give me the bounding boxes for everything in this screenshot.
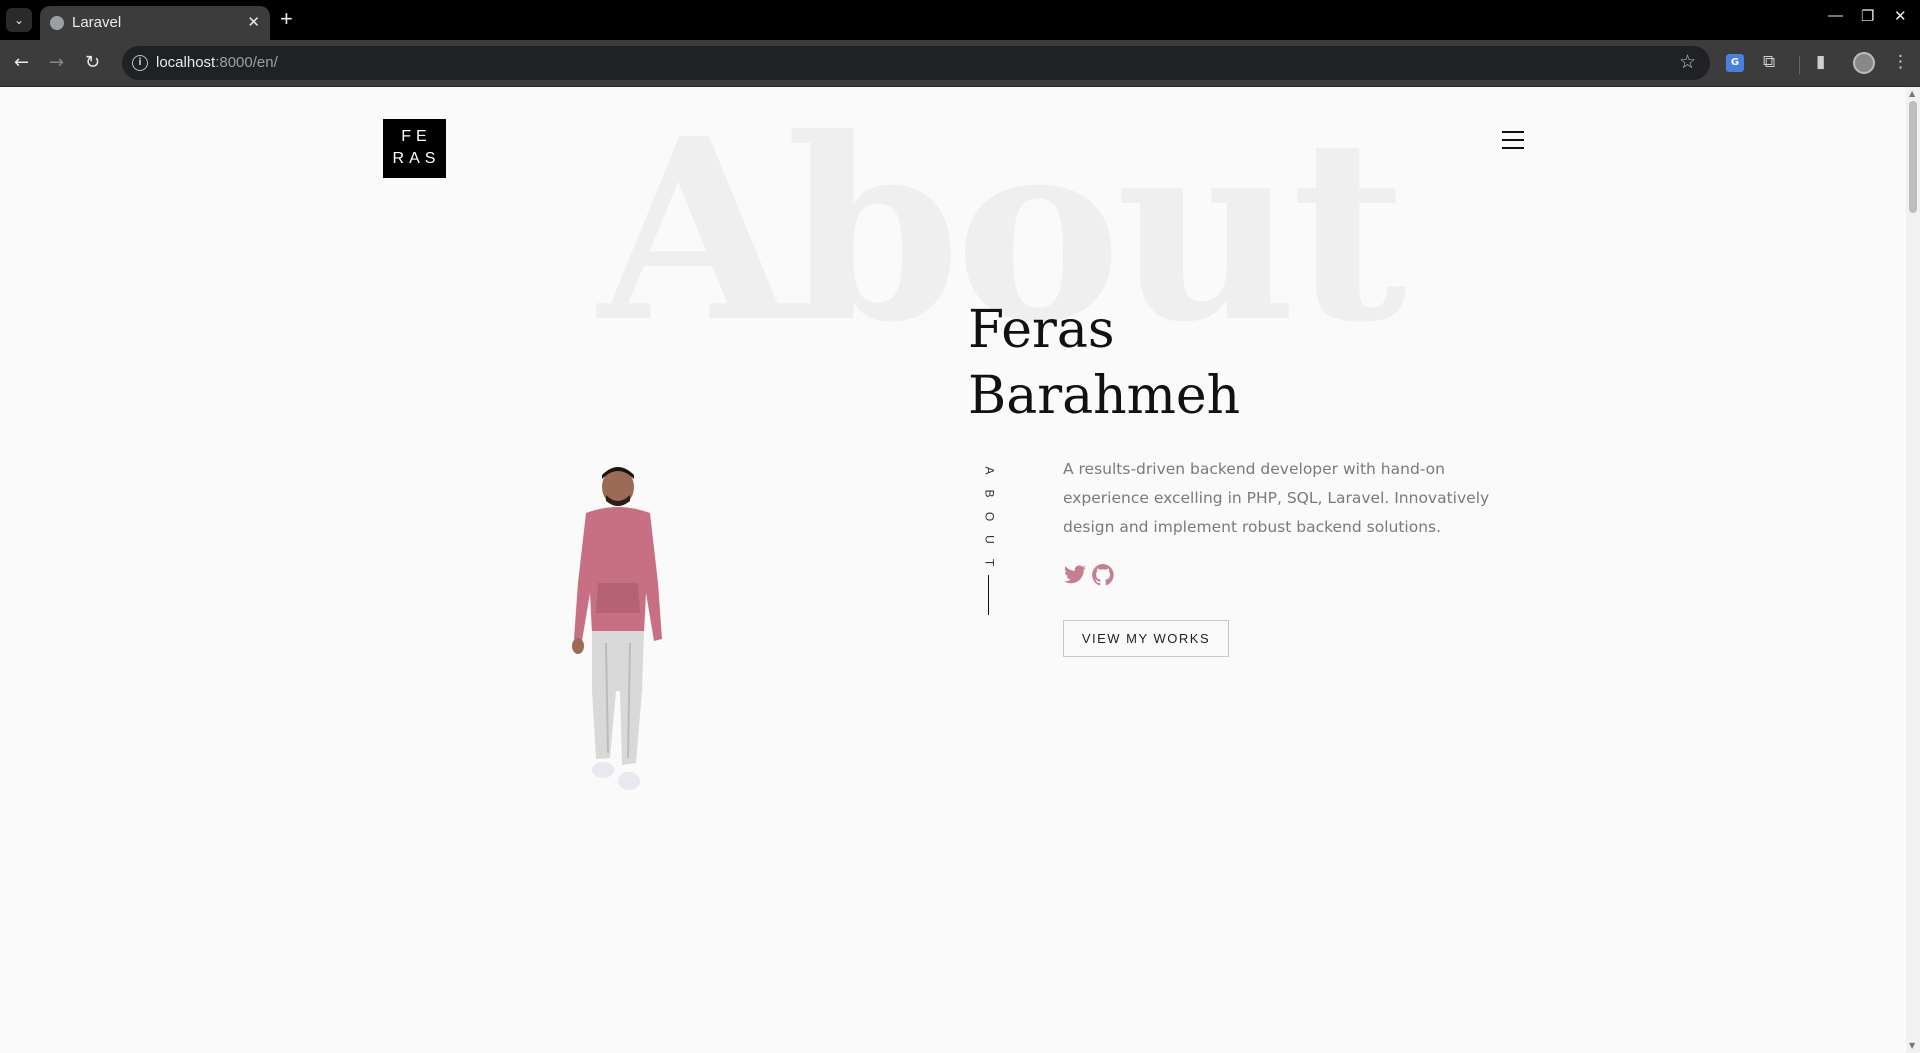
logo-line1: FE — [401, 128, 432, 145]
toolbar-divider — [1799, 56, 1800, 74]
label-letter: A — [982, 466, 997, 475]
hero-name: Feras Barahmeh — [968, 297, 1240, 429]
more-menu-icon[interactable]: ⋮ — [1892, 52, 1909, 72]
url-text[interactable]: localhost:8000/en/ — [156, 54, 278, 71]
label-letter: B — [982, 489, 997, 498]
address-bar[interactable]: i localhost:8000/en/ ☆ — [122, 46, 1710, 80]
page-scrollbar[interactable]: ▲ ▼ — [1906, 87, 1920, 1053]
browser-tab-bar: ⌄ Laravel ✕ + — ❐ ✕ — [0, 0, 1920, 40]
bookmark-star-icon[interactable]: ☆ — [1679, 51, 1696, 73]
profile-avatar[interactable] — [1853, 52, 1875, 74]
social-links — [1063, 563, 1115, 587]
scroll-up-arrow-icon[interactable]: ▲ — [1909, 89, 1915, 98]
globe-icon — [50, 16, 64, 30]
minimize-icon[interactable]: — — [1828, 7, 1843, 24]
label-letter: T — [982, 558, 997, 567]
bio-description: A results-driven backend developer with … — [1063, 460, 1490, 536]
url-host: localhost — [156, 54, 216, 71]
close-window-icon[interactable]: ✕ — [1894, 7, 1907, 25]
close-tab-icon[interactable]: ✕ — [247, 13, 260, 31]
back-arrow-icon[interactable]: ← — [14, 52, 29, 73]
profile-photo — [572, 467, 662, 790]
scrollbar-thumb[interactable] — [1909, 101, 1917, 213]
twitter-icon[interactable] — [1063, 563, 1087, 587]
tab-title: Laravel — [72, 14, 122, 31]
extensions-puzzle-icon[interactable]: ⧉ — [1763, 52, 1775, 72]
side-panel-icon[interactable]: ▮ — [1816, 52, 1825, 72]
section-label-about: A B O U T — [982, 459, 997, 574]
github-icon[interactable] — [1091, 563, 1115, 587]
translate-extension-icon[interactable]: G — [1726, 54, 1744, 72]
site-info-icon[interactable]: i — [132, 55, 148, 71]
name-last: Barahmeh — [968, 366, 1241, 426]
hamburger-menu-icon[interactable] — [1502, 131, 1524, 149]
restore-icon[interactable]: ❐ — [1861, 7, 1874, 25]
url-path: :8000/en/ — [215, 54, 278, 71]
label-letter: U — [982, 535, 997, 544]
forward-arrow-icon[interactable]: → — [49, 52, 64, 73]
view-my-works-button[interactable]: VIEW MY WORKS — [1063, 620, 1229, 657]
new-tab-button[interactable]: + — [280, 6, 293, 32]
browser-toolbar: ← → ↻ i localhost:8000/en/ ☆ G ⧉ ▮ ⋮ — [0, 40, 1920, 87]
browser-tab[interactable]: Laravel ✕ — [40, 6, 270, 40]
name-first: Feras — [968, 300, 1115, 360]
scroll-down-arrow-icon[interactable]: ▼ — [1909, 1041, 1915, 1050]
reload-icon[interactable]: ↻ — [85, 52, 100, 73]
tab-search-button[interactable]: ⌄ — [6, 8, 32, 32]
site-logo[interactable]: FE RAS — [383, 119, 446, 178]
logo-line2: RAS — [392, 150, 441, 167]
label-letter: O — [982, 511, 997, 522]
section-divider-line — [988, 575, 989, 615]
page-viewport: About FE RAS Feras Barahmeh A B O U T A … — [0, 87, 1906, 1053]
